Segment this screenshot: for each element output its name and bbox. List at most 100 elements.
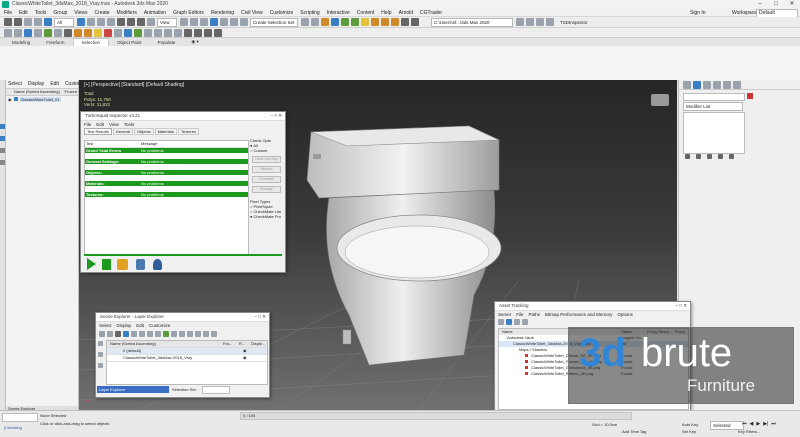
tab-object-paint[interactable]: Object Paint	[109, 39, 150, 46]
hierarchy-icon[interactable]	[24, 28, 32, 37]
utilities-icon[interactable]	[54, 28, 62, 37]
scene-column-header[interactable]: Name (Sorted Ascending) Frozen	[6, 89, 78, 96]
layer-radiosity-icon[interactable]	[179, 330, 185, 337]
link-icon[interactable]	[24, 18, 32, 26]
result-row[interactable]: Objects: No problems	[85, 170, 248, 175]
undo-icon[interactable]	[4, 18, 12, 26]
menu-customize[interactable]: Customize	[270, 10, 294, 16]
select-by-name-icon[interactable]	[87, 18, 95, 26]
asset-checkout-icon[interactable]	[514, 319, 520, 325]
unlink-icon[interactable]	[34, 18, 42, 26]
curve-editor-icon[interactable]	[341, 18, 349, 26]
redo-icon[interactable]	[14, 18, 22, 26]
visibility-eye-icon[interactable]: ◉	[8, 97, 12, 102]
inspector-window-controls[interactable]: – □ ✕	[271, 112, 283, 120]
rendered-frame-window-icon[interactable]	[381, 18, 389, 26]
maximize-button[interactable]: □	[768, 0, 784, 9]
reference-coordinate-dropdown[interactable]: View	[157, 17, 177, 27]
menu-interactive[interactable]: Interactive	[327, 10, 350, 16]
menu-arnold[interactable]: Arnold	[399, 10, 413, 16]
layer-add-icon[interactable]	[139, 330, 145, 337]
percent-snap-icon[interactable]	[230, 18, 238, 26]
opt-custom-radio[interactable]: ○ Custom	[250, 148, 283, 153]
material-editor-icon[interactable]	[361, 18, 369, 26]
select-object-icon[interactable]	[77, 18, 85, 26]
menu-rendering[interactable]: Rendering	[211, 10, 234, 16]
tab-textures[interactable]: Textures	[177, 127, 199, 135]
layer-side-add-icon[interactable]	[98, 352, 103, 357]
menu-civil-view[interactable]: Civil View	[241, 10, 263, 16]
result-row[interactable]: Materials: No problems	[85, 181, 248, 186]
tab-selection[interactable]: Selection	[72, 38, 110, 46]
add-time-tag[interactable]: Add Time Tag	[622, 429, 646, 434]
layer-sort-icon[interactable]	[107, 330, 113, 337]
tab-materials[interactable]: Materials	[154, 127, 177, 135]
inspector-menu-tools[interactable]: Tools	[124, 122, 135, 127]
helper-icon[interactable]	[94, 28, 102, 37]
menu-cgtrader[interactable]: CGTrader	[420, 10, 442, 16]
next-frame-icon[interactable]: ▶|	[763, 421, 768, 427]
schematic-view-icon[interactable]	[351, 18, 359, 26]
tab-test-results[interactable]: Test Results	[84, 127, 112, 135]
layer-render-icon[interactable]	[163, 330, 169, 337]
menu-file[interactable]: File	[4, 10, 12, 16]
project-folder-icon[interactable]	[516, 18, 524, 26]
result-row[interactable]: General Settings: No problems	[85, 159, 248, 164]
layer-options-icon[interactable]	[195, 330, 201, 337]
close-button[interactable]: ✕	[784, 0, 800, 9]
hierarchy-tab-icon[interactable]	[703, 80, 711, 89]
align-icon[interactable]	[311, 18, 319, 26]
layer-search-icon[interactable]	[211, 330, 217, 337]
time-slider[interactable]: 0 / 100	[240, 412, 632, 420]
layer-menu-display[interactable]: Display	[117, 323, 132, 328]
selection-filter-dropdown[interactable]: All	[54, 17, 74, 27]
menu-scripting[interactable]: Scripting	[300, 10, 319, 16]
layer-menu-customize[interactable]: Customize	[149, 323, 170, 328]
motion-tab-icon[interactable]	[713, 80, 721, 89]
sign-in-link[interactable]: Sign In	[690, 10, 706, 16]
go-start-icon[interactable]: ⏮	[742, 421, 747, 427]
shapes-icon[interactable]	[134, 28, 142, 37]
export-icon[interactable]	[117, 258, 128, 270]
toggle-ribbon-icon[interactable]	[331, 18, 339, 26]
rectangle-selection-icon[interactable]	[97, 18, 105, 26]
play-icon[interactable]	[87, 258, 96, 270]
menu-tools[interactable]: Tools	[35, 10, 47, 16]
bind-spacewarp-icon[interactable]	[44, 18, 52, 26]
select-tool-icon[interactable]	[0, 124, 5, 129]
step-icon[interactable]	[102, 258, 111, 270]
door-icon[interactable]	[184, 28, 192, 37]
user-icon[interactable]	[153, 258, 162, 270]
layer-row[interactable]: ClassicWhiteToilet_3dsMax-2018_Vray ◉	[107, 355, 267, 362]
menu-edit[interactable]: Edit	[19, 10, 28, 16]
layer-explorer-icon[interactable]	[321, 18, 329, 26]
camera-icon[interactable]	[84, 28, 92, 37]
vray-frame-buffer-icon[interactable]	[411, 18, 419, 26]
selection-set-dropdown[interactable]	[202, 386, 230, 394]
viewport-label[interactable]: [+] [Perspective] [Standard] [Default Sh…	[84, 82, 184, 88]
layer-menu-select[interactable]: Select	[99, 323, 112, 328]
display-filter-icon[interactable]	[0, 136, 5, 141]
object-color-swatch[interactable]	[747, 93, 753, 99]
menu-help[interactable]: Help	[381, 10, 391, 16]
show-end-result-icon[interactable]	[696, 154, 701, 159]
menu-views[interactable]: Views	[74, 10, 87, 16]
display-icon[interactable]	[44, 28, 52, 37]
maxscript-listener[interactable]	[2, 413, 38, 422]
sort-icon[interactable]	[0, 160, 5, 165]
rescan-button[interactable]: Rescan	[252, 166, 281, 173]
asset-menu-bitmap[interactable]: Bitmap Performance and Memory	[545, 312, 612, 317]
motion-icon[interactable]	[34, 28, 42, 37]
ribbon-options-icon[interactable]: ◉ ▾	[183, 38, 206, 46]
inspector-menu-file[interactable]: File	[84, 122, 91, 127]
systems-icon[interactable]	[114, 28, 122, 37]
layer-explorer-window-controls[interactable]: – □ ✕	[255, 313, 267, 321]
menu-create[interactable]: Create	[95, 10, 110, 16]
project-folder-field[interactable]: C:\Users\sf...\3ds Max 2020	[431, 17, 513, 27]
compound-icon[interactable]	[154, 28, 162, 37]
generate-button[interactable]: Generate	[252, 176, 281, 183]
window-icon[interactable]	[194, 28, 202, 37]
modifier-list-dropdown[interactable]: Modifier List	[683, 102, 743, 111]
layer-list-header[interactable]: Name (Sorted Ascending) Fro... R... Disp…	[107, 341, 267, 348]
result-row[interactable]: Textures: No problems	[85, 192, 248, 197]
